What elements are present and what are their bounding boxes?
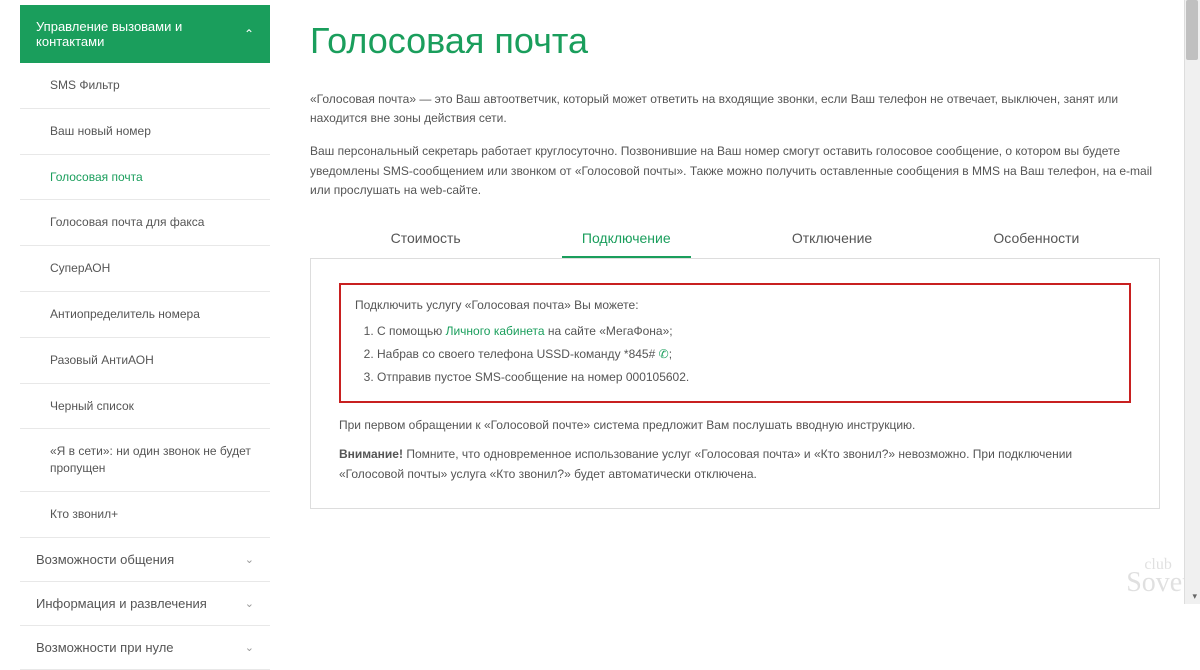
list-item: Набрав со своего телефона USSD-команду *… [377,344,1115,365]
warning-text: Помните, что одновременное использование… [339,447,1072,481]
sidebar-collapse-link[interactable]: Информация и развлечения ⌄ [20,582,270,625]
sidebar-item-sms-filter[interactable]: SMS Фильтр [20,63,270,108]
chevron-down-icon: ⌄ [245,641,254,654]
chevron-down-icon: ⌄ [245,597,254,610]
sidebar-item-superaon[interactable]: СуперАОН [20,246,270,291]
instruction-list: С помощью Личного кабинета на сайте «Мег… [355,321,1115,387]
description-1: «Голосовая почта» — это Ваш автоответчик… [310,90,1160,128]
page-title: Голосовая почта [310,20,1160,62]
sidebar-item-blacklist[interactable]: Черный список [20,384,270,429]
sidebar-section-zero: Возможности при нуле ⌄ [20,626,270,670]
phone-icon: ✆ [659,344,669,364]
sidebar-item-voicemail-fax[interactable]: Голосовая почта для факса [20,200,270,245]
personal-account-link[interactable]: Личного кабинета [446,324,545,338]
sidebar-collapse-link[interactable]: Возможности общения ⌄ [20,538,270,581]
sidebar-item-who-called[interactable]: Кто звонил+ [20,492,270,537]
sidebar-item-onetime-antiaon[interactable]: Разовый АнтиАОН [20,338,270,383]
sidebar-collapse-link[interactable]: Возможности при нуле ⌄ [20,626,270,669]
tab-content: Подключить услугу «Голосовая почта» Вы м… [310,259,1160,509]
scroll-down-icon[interactable]: ▾ [1192,591,1197,602]
tab-price[interactable]: Стоимость [371,218,481,258]
scrollbar-thumb[interactable] [1186,0,1198,60]
list-item: С помощью Личного кабинета на сайте «Мег… [377,321,1115,341]
sidebar-collapse-label: Возможности при нуле [36,640,174,655]
scrollbar[interactable]: ▴ ▾ [1184,0,1200,604]
description-2: Ваш персональный секретарь работает круг… [310,142,1160,200]
sidebar-items: SMS Фильтр Ваш новый номер Голосовая поч… [20,63,270,538]
sidebar-item-online[interactable]: «Я в сети»: ни один звонок не будет проп… [20,429,270,491]
sidebar-item-anti-caller-id[interactable]: Антиопределитель номера [20,292,270,337]
sidebar-item-voicemail[interactable]: Голосовая почта [20,155,270,200]
sidebar-section-communication: Возможности общения ⌄ [20,538,270,582]
chevron-down-icon: ⌄ [245,553,254,566]
tab-features[interactable]: Особенности [973,218,1099,258]
sidebar-section-label: Управление вызовами и контактами [36,19,244,49]
sidebar-collapse-label: Возможности общения [36,552,174,567]
tab-connect[interactable]: Подключение [562,218,691,258]
warning-label: Внимание! [339,447,403,461]
ussd-code: *845# [624,347,655,361]
sidebar: Управление вызовами и контактами ⌃ SMS Ф… [20,0,270,670]
warning-notice: Внимание! Помните, что одновременное исп… [339,444,1131,485]
after-box-text: При первом обращении к «Голосовой почте»… [339,415,1131,435]
main-content: Голосовая почта «Голосовая почта» — это … [270,0,1180,670]
sidebar-collapse-label: Информация и развлечения [36,596,207,611]
list-item: Отправив пустое SMS-сообщение на номер 0… [377,367,1115,387]
sidebar-item-new-number[interactable]: Ваш новый номер [20,109,270,154]
chevron-up-icon: ⌃ [244,27,254,41]
sidebar-section-header[interactable]: Управление вызовами и контактами ⌃ [20,5,270,63]
highlight-box: Подключить услугу «Голосовая почта» Вы м… [339,283,1131,403]
tab-disconnect[interactable]: Отключение [772,218,892,258]
tabs: Стоимость Подключение Отключение Особенн… [310,218,1160,259]
box-intro: Подключить услугу «Голосовая почта» Вы м… [355,295,1115,315]
